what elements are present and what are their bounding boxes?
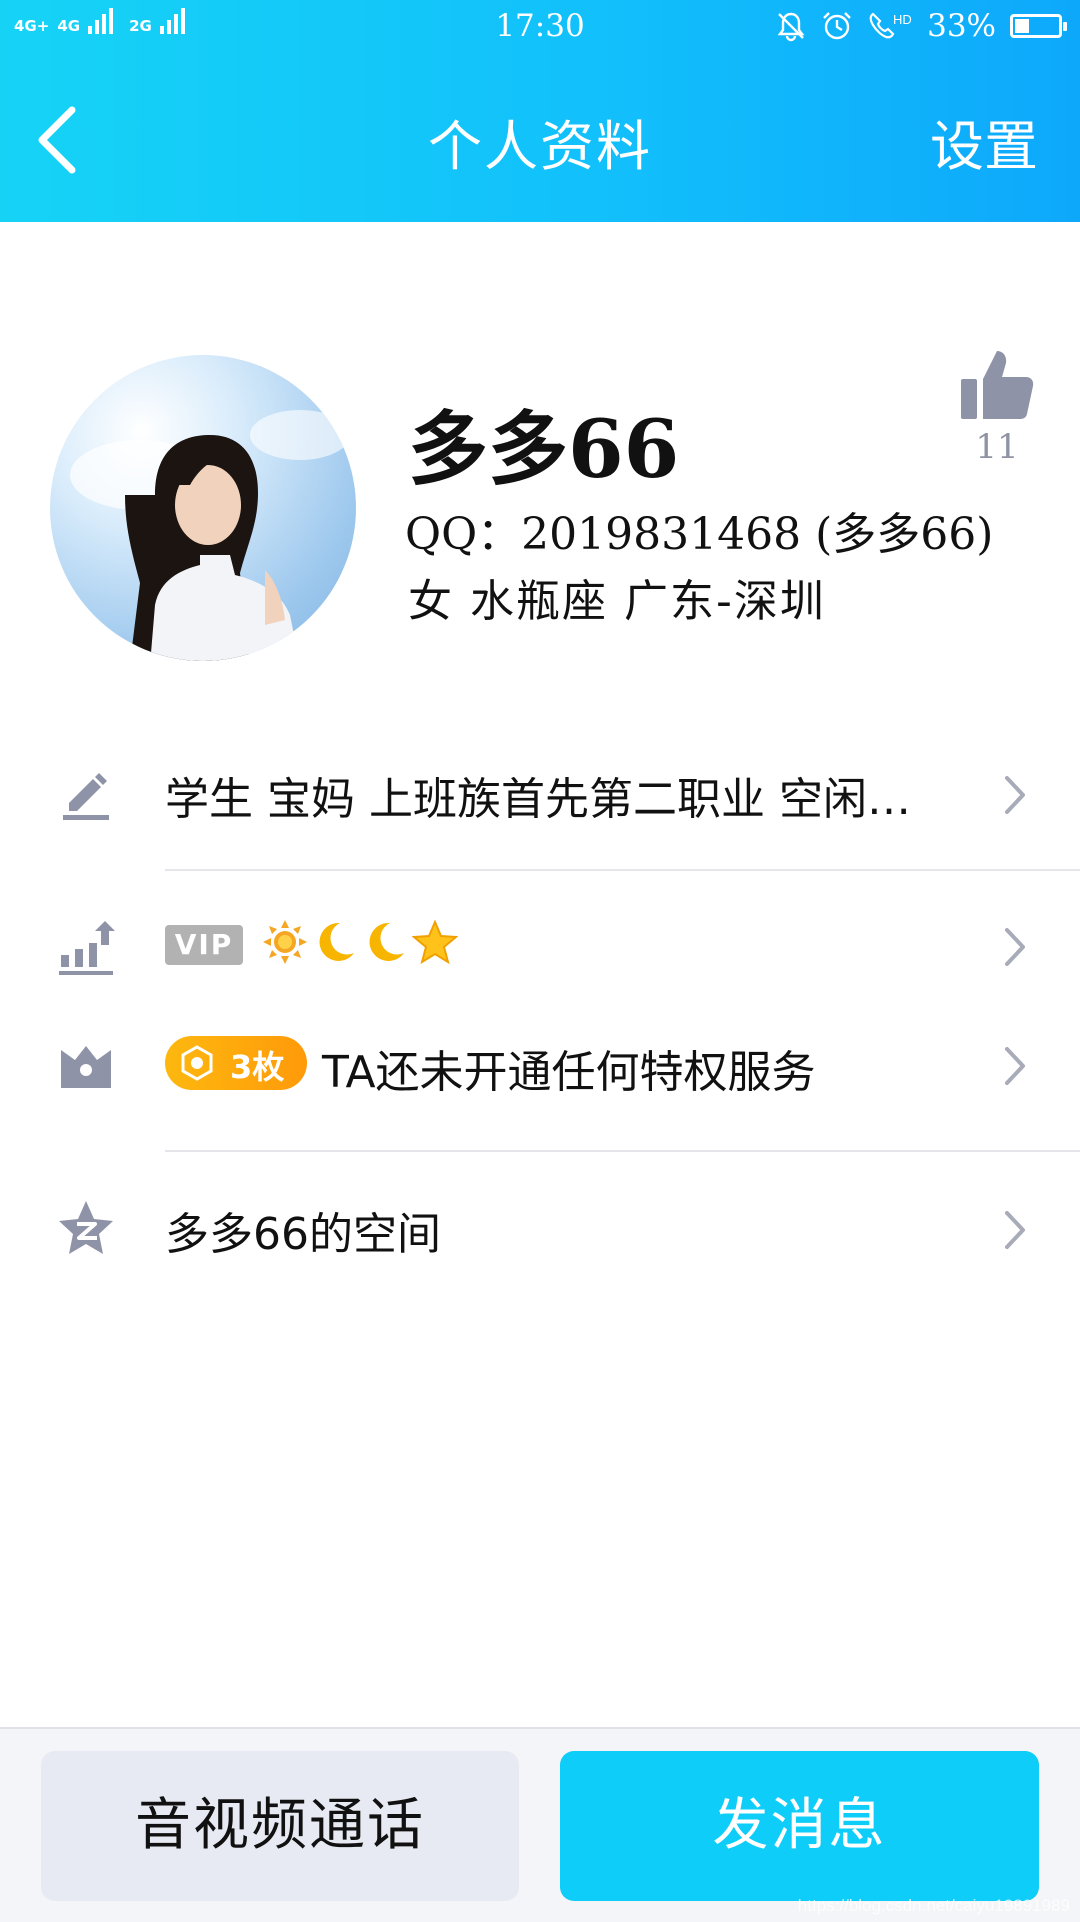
- alarm-icon: [823, 12, 851, 40]
- qzone-row[interactable]: 多多66的空间: [0, 1198, 1080, 1260]
- crown-icon: [61, 1046, 111, 1088]
- privilege-text: TA还未开通任何特权服务: [322, 1047, 816, 1098]
- vip-level-icons: [262, 919, 458, 965]
- medal-count: 3枚: [230, 1048, 285, 1086]
- like-count: 11: [975, 427, 1019, 467]
- bell-off-icon: [777, 12, 805, 42]
- profile-name: 多多66: [408, 402, 680, 496]
- privilege-row[interactable]: 3枚 TA还未开通任何特权服务: [0, 1036, 1080, 1098]
- profile-info: 女 水瓶座 广东-深圳: [408, 576, 826, 627]
- bottom-bar: 音视频通话 发消息 https://blog.csdn.net/caiyu198…: [0, 1727, 1080, 1922]
- avatar-photo: [70, 410, 350, 661]
- watermark: https://blog.csdn.net/caiyu19891989: [797, 1896, 1070, 1915]
- svg-text:HD: HD: [893, 12, 912, 27]
- medal-icon: [181, 1045, 213, 1081]
- video-call-button[interactable]: 音视频通话: [41, 1751, 519, 1901]
- status-bar: 4G+ 4G 2G 17:30 HD 33%: [0, 0, 1080, 52]
- qzone-star-icon: [59, 1201, 113, 1254]
- sun-icon: [263, 920, 307, 964]
- page-title: 个人资料: [428, 115, 652, 178]
- moon-icon: [319, 922, 354, 961]
- battery-icon: [1010, 14, 1067, 38]
- hd-call-icon: HD: [869, 12, 912, 39]
- divider: [165, 869, 1080, 871]
- edit-icon: [63, 773, 109, 820]
- occupation-text: 学生 宝妈 上班族首先第二职业 空闲…: [165, 774, 911, 825]
- nav-bar: 个人资料 设置: [0, 52, 1080, 222]
- status-icons: HD 33%: [775, 8, 1067, 44]
- divider: [165, 1150, 1080, 1152]
- medal-badge: 3枚: [165, 1036, 307, 1090]
- level-up-icon: [59, 921, 115, 975]
- battery-percent: 33%: [927, 8, 996, 44]
- occupation-row[interactable]: 学生 宝妈 上班族首先第二职业 空闲…: [0, 763, 1080, 825]
- settings-button[interactable]: 设置: [930, 102, 1038, 181]
- avatar[interactable]: [50, 355, 356, 661]
- header: 4G+ 4G 2G 17:30 HD 33% 个人资料 设置: [0, 0, 1080, 222]
- star-icon: [412, 919, 458, 965]
- chevron-right-icon: [1005, 928, 1025, 966]
- moon-icon: [369, 922, 404, 961]
- send-message-button[interactable]: 发消息: [560, 1751, 1039, 1901]
- vip-level-row[interactable]: VIP: [0, 919, 1080, 987]
- qq-number: QQ：2019831468 (多多66): [405, 509, 994, 560]
- chevron-right-icon: [1005, 776, 1025, 814]
- chevron-right-icon: [1005, 1047, 1025, 1085]
- qzone-label: 多多66的空间: [165, 1209, 441, 1260]
- chevron-right-icon: [1005, 1211, 1025, 1249]
- vip-badge: VIP: [165, 925, 243, 965]
- like-button[interactable]: 11: [955, 345, 1039, 467]
- thumbs-up-icon: [961, 351, 1034, 419]
